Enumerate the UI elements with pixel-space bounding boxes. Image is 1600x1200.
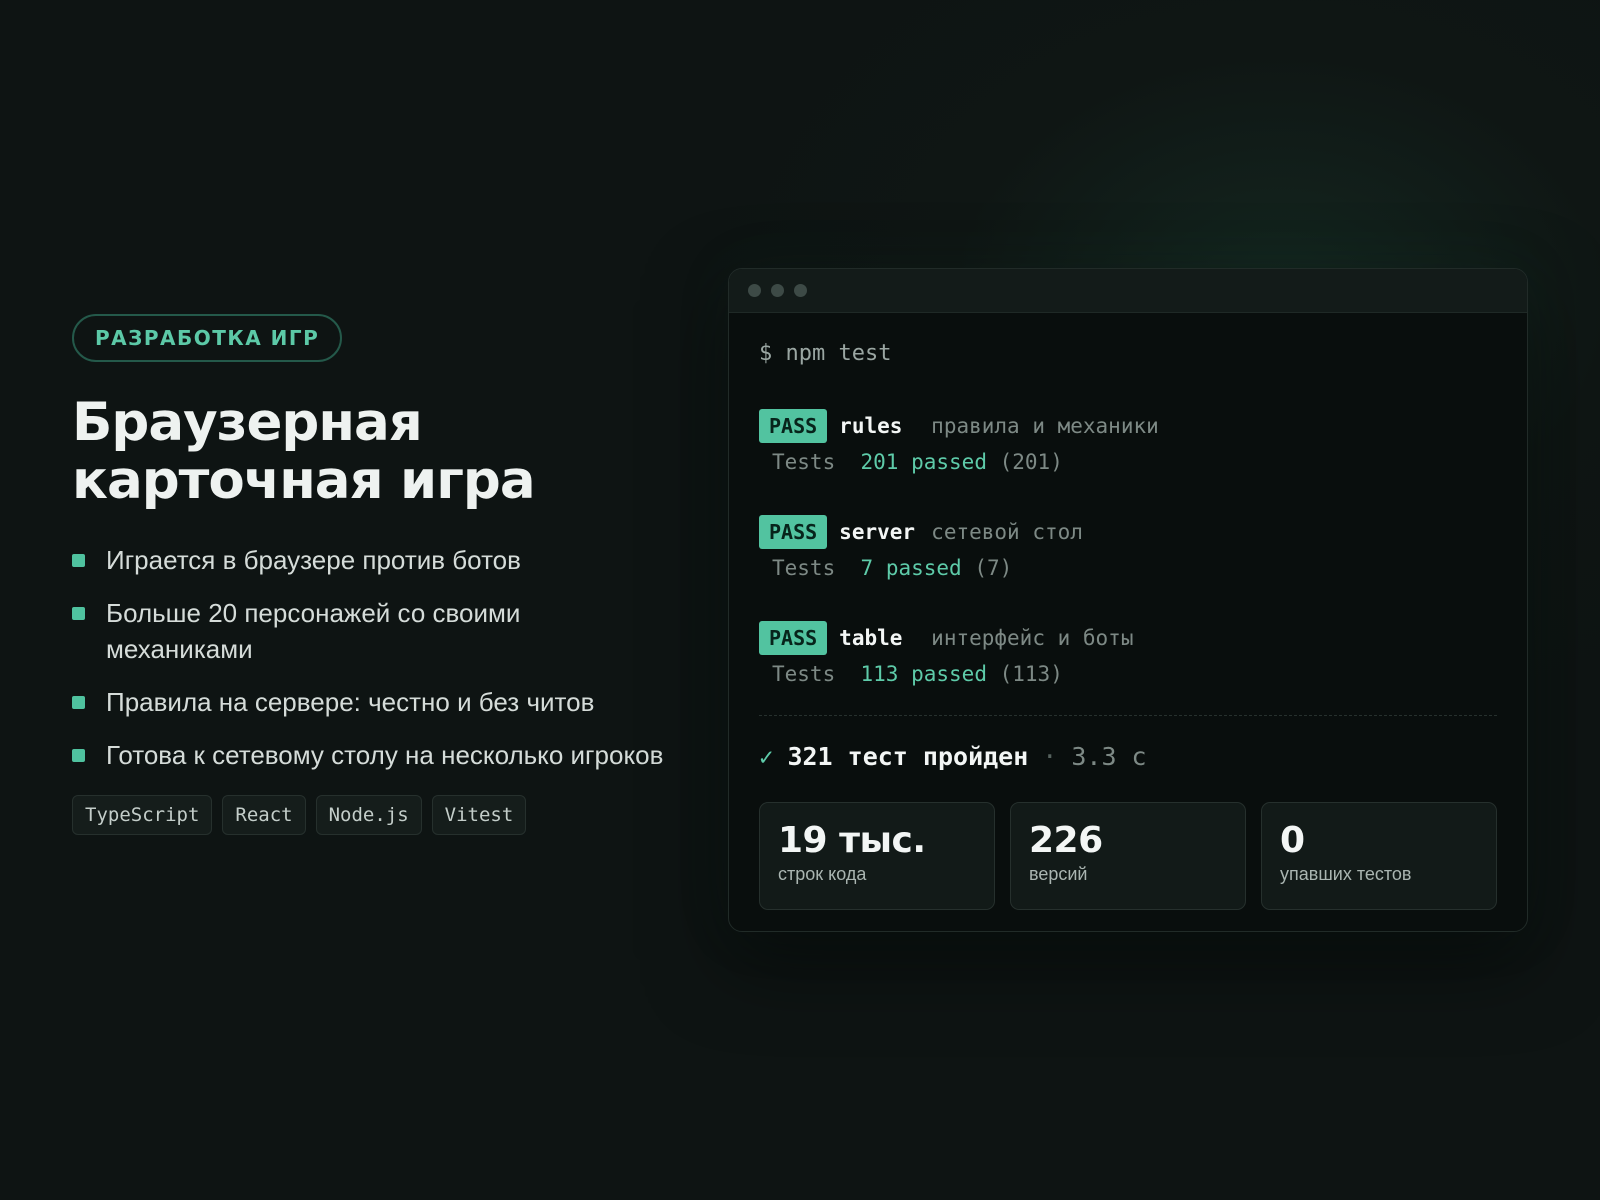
window-dot-icon: [794, 284, 807, 297]
suite-tests-line: Tests 201 passed (201): [759, 445, 1497, 479]
summary-separator: ·: [1042, 742, 1058, 771]
suite-header: PASS server сетевой стол: [759, 515, 1497, 549]
tech-chip: Vitest: [431, 795, 527, 835]
summary-text: 321 тест пройден: [787, 742, 1029, 771]
feature-item: Правила на сервере: честно и без читов: [72, 684, 672, 720]
tests-label: Tests: [772, 556, 836, 580]
terminal-command: $ npm test: [759, 341, 892, 366]
stat-label: упавших тестов: [1280, 864, 1412, 884]
terminal-output: $ npm test PASS rules правила и механики…: [729, 313, 1527, 910]
passed-count: 201: [860, 450, 899, 474]
bullet-square-icon: [72, 607, 85, 620]
test-suite: PASS rules правила и механики Tests 201 …: [759, 409, 1497, 479]
bullet-square-icon: [72, 554, 85, 567]
tech-stack: TypeScript React Node.js Vitest: [72, 795, 672, 835]
feature-item: Больше 20 персонажей со своими механикам…: [72, 595, 672, 667]
feature-item: Готова к сетевому столу на несколько игр…: [72, 737, 672, 773]
feature-text: Готова к сетевому столу на несколько игр…: [106, 740, 664, 770]
suite-description: правила и механики: [931, 414, 1159, 438]
stat-value: 226: [1029, 820, 1103, 861]
terminal-titlebar: [729, 269, 1527, 313]
pass-badge: PASS: [759, 515, 828, 549]
feature-item: Играется в браузере против ботов: [72, 542, 672, 578]
tests-label: Tests: [772, 450, 836, 474]
stat-label: строк кода: [778, 864, 867, 884]
passed-word: passed: [911, 450, 987, 474]
stat-card: 226 версий: [1010, 802, 1246, 910]
test-suite: PASS server сетевой стол Tests 7 passed …: [759, 515, 1497, 585]
suite-name: table: [839, 626, 903, 650]
passed-count: 7: [860, 556, 874, 580]
suite-header: PASS table интерфейс и боты: [759, 621, 1497, 655]
suite-tests-line: Tests 7 passed (7): [759, 551, 1497, 585]
summary-time: 3.3 с: [1071, 742, 1147, 771]
suite-description: интерфейс и боты: [931, 626, 1134, 650]
stat-label: версий: [1029, 864, 1088, 884]
test-suite: PASS table интерфейс и боты Tests 113 pa…: [759, 621, 1497, 691]
stats-row: 19 тыс. строк кода 226 версий 0 упавших …: [759, 802, 1497, 910]
feature-text: Правила на сервере: честно и без читов: [106, 687, 595, 717]
divider: [759, 715, 1497, 716]
tech-chip: TypeScript: [72, 795, 213, 835]
page-title: Браузерная карточная игра: [72, 394, 672, 510]
total-count: (113): [999, 662, 1063, 686]
intro-panel: РАЗРАБОТКА ИГР Браузерная карточная игра…: [72, 314, 672, 835]
pass-badge: PASS: [759, 409, 828, 443]
passed-word: passed: [911, 662, 987, 686]
terminal-window: $ npm test PASS rules правила и механики…: [728, 268, 1528, 932]
suite-name: rules: [839, 414, 903, 438]
test-summary: ✓ 321 тест пройден · 3.3 с: [759, 742, 1497, 772]
bullet-square-icon: [72, 696, 85, 709]
pass-badge: PASS: [759, 621, 828, 655]
passed-word: passed: [885, 556, 962, 580]
tech-chip: Node.js: [315, 795, 422, 835]
stat-card: 0 упавших тестов: [1261, 802, 1497, 910]
suite-description: сетевой стол: [931, 520, 1083, 544]
total-count: (7): [974, 556, 1013, 580]
stat-value: 0: [1280, 820, 1305, 861]
stat-card: 19 тыс. строк кода: [759, 802, 995, 910]
feature-text: Играется в браузере против ботов: [106, 545, 521, 575]
suite-name: server: [839, 520, 916, 544]
check-icon: ✓: [759, 743, 774, 771]
suite-header: PASS rules правила и механики: [759, 409, 1497, 443]
feature-list: Играется в браузере против ботов Больше …: [72, 542, 672, 773]
window-dot-icon: [748, 284, 761, 297]
title-line: карточная игра: [72, 450, 536, 511]
category-tag: РАЗРАБОТКА ИГР: [72, 314, 343, 362]
window-dot-icon: [771, 284, 784, 297]
tests-label: Tests: [772, 662, 836, 686]
suite-tests-line: Tests 113 passed (113): [759, 657, 1497, 691]
bullet-square-icon: [72, 749, 85, 762]
total-count: (201): [999, 450, 1063, 474]
passed-count: 113: [860, 662, 899, 686]
stat-value: 19 тыс.: [778, 820, 926, 861]
title-line: Браузерная: [72, 392, 423, 453]
tech-chip: React: [222, 795, 306, 835]
feature-text: Больше 20 персонажей со своими механикам…: [106, 598, 521, 664]
